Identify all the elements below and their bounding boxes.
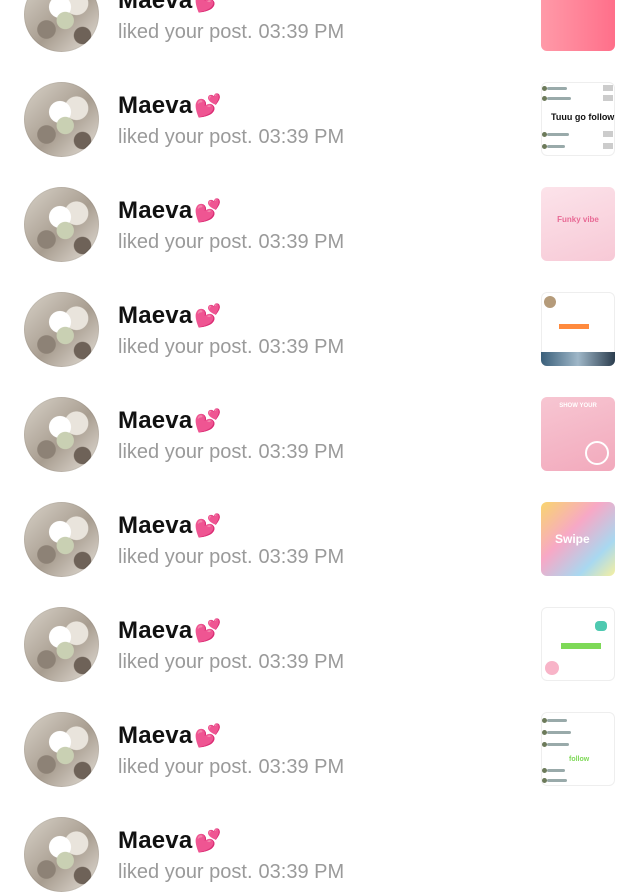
username[interactable]: Maeva💕	[118, 92, 222, 120]
timestamp: 03:39 PM	[258, 861, 345, 883]
notification-row[interactable]: Maeva💕 liked your post. 03:39 PM follow	[0, 670, 640, 787]
hearts-emoji: 💕	[194, 408, 222, 433]
notification-row[interactable]: Maeva💕 liked your post. 03:39 PM	[0, 0, 640, 52]
hearts-emoji: 💕	[194, 618, 222, 643]
hearts-emoji: 💕	[194, 513, 222, 538]
hearts-emoji: 💕	[194, 303, 222, 328]
thumbnail-caption: Funky vibe	[557, 215, 599, 224]
notification-row[interactable]: Maeva💕 liked your post. 03:39 PM	[0, 565, 640, 682]
notification-row[interactable]: Maeva💕 liked your post. 03:39 PM Funky vi…	[0, 145, 640, 262]
username[interactable]: Maeva💕	[118, 512, 222, 540]
notification-row[interactable]: Maeva💕 liked your post. 03:39 PM Tuuu go …	[0, 40, 640, 157]
thumbnail-caption: Swipe	[555, 532, 590, 546]
username[interactable]: Maeva💕	[118, 722, 222, 750]
hearts-emoji: 💕	[194, 828, 222, 853]
username[interactable]: Maeva💕	[118, 617, 222, 645]
username[interactable]: Maeva💕	[118, 0, 222, 15]
username[interactable]: Maeva💕	[118, 827, 222, 855]
notification-list: Maeva💕 liked your post. 03:39 PM Maeva💕 l…	[0, 0, 640, 892]
notification-row[interactable]: Maeva💕 liked your post. 03:39 PM SHOW YOU…	[0, 355, 640, 472]
hearts-emoji: 💕	[194, 198, 222, 223]
notification-row[interactable]: Maeva💕 liked your post. 03:39 PM Swipe	[0, 460, 640, 577]
notification-row[interactable]: Maeva💕 liked your post. 03:39 PM	[0, 775, 640, 892]
thumbnail-caption: SHOW YOUR	[559, 403, 597, 409]
hearts-emoji: 💕	[194, 93, 222, 118]
username[interactable]: Maeva💕	[118, 407, 222, 435]
notification-text: liked your post. 03:39 PM	[118, 861, 345, 883]
hearts-emoji: 💕	[194, 0, 222, 13]
username[interactable]: Maeva💕	[118, 197, 222, 225]
thumbnail-caption: Tuuu go follow	[551, 112, 615, 122]
thumbnail-caption: follow	[569, 756, 590, 763]
username[interactable]: Maeva💕	[118, 302, 222, 330]
notification-row[interactable]: Maeva💕 liked your post. 03:39 PM	[0, 250, 640, 367]
hearts-emoji: 💕	[194, 723, 222, 748]
